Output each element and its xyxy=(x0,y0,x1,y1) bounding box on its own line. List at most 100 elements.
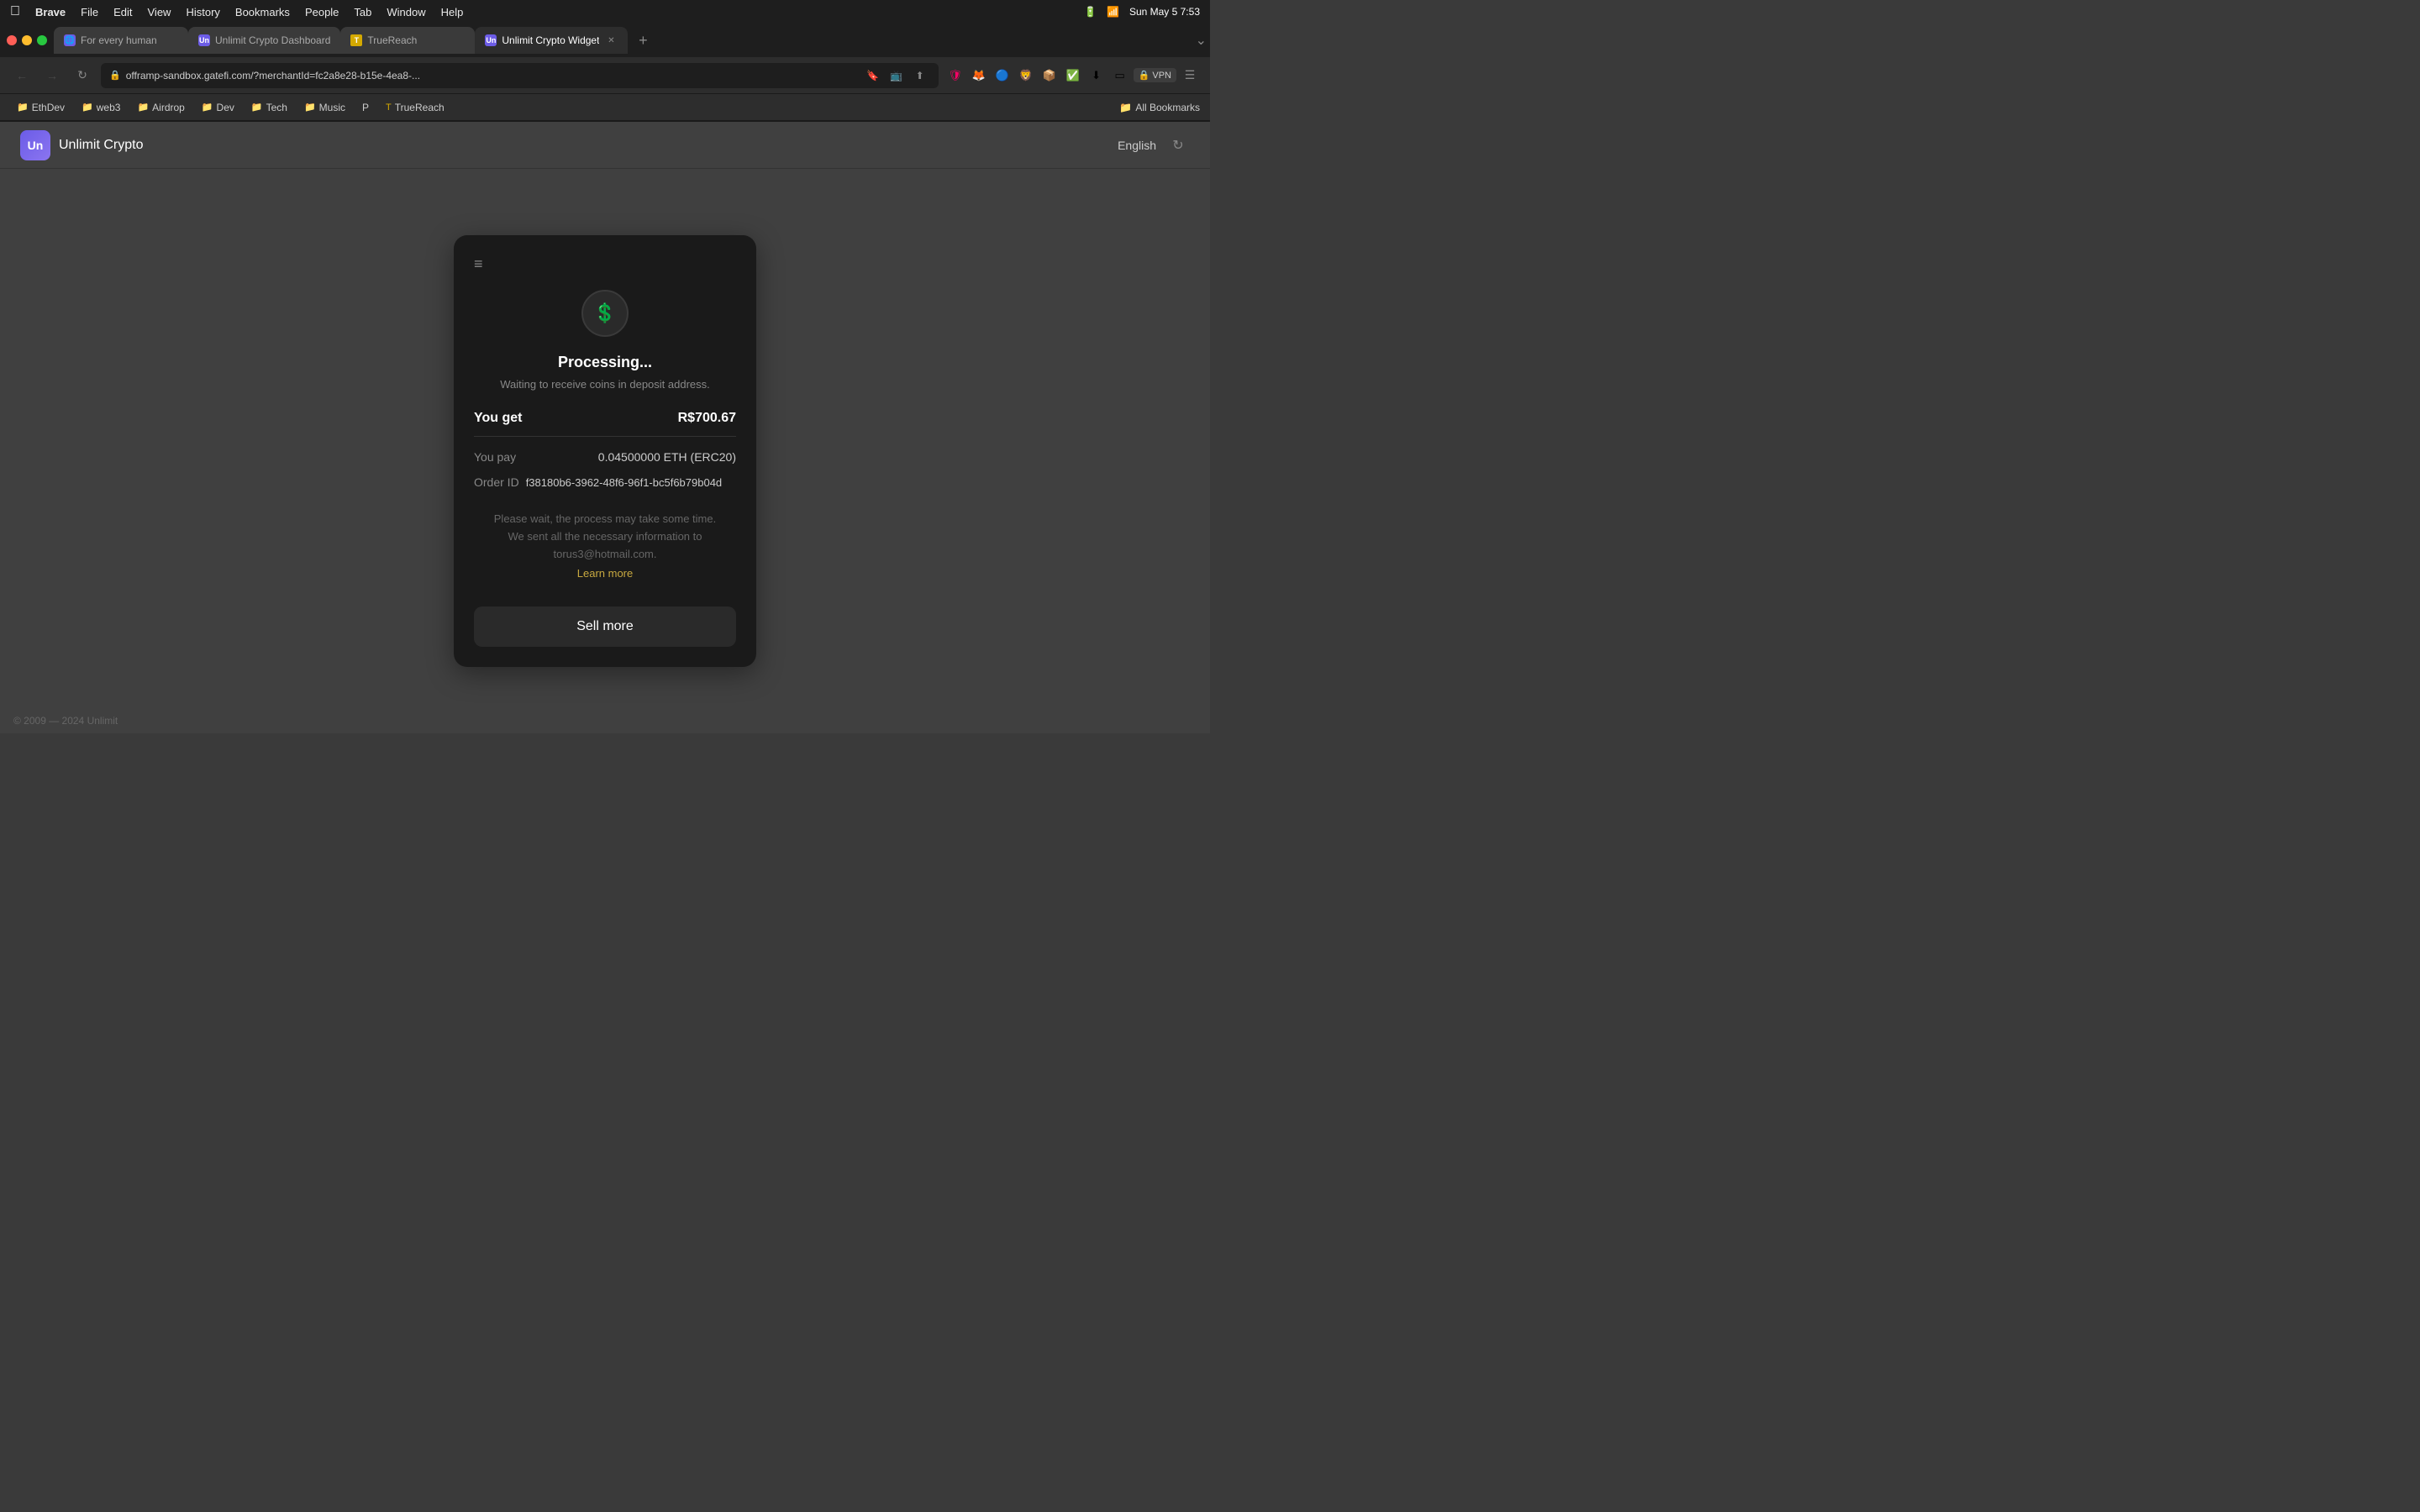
app-header-right: English ↻ xyxy=(1118,134,1190,157)
url-display: offramp-sandbox.gatefi.com/?merchantId=f… xyxy=(126,70,858,81)
widget-card: ≡ 💲 Processing... Waiting to receive coi… xyxy=(454,235,756,666)
you-pay-label: You pay xyxy=(474,450,516,464)
processing-icon-wrap: 💲 xyxy=(474,290,736,337)
cast-button[interactable]: 📺 xyxy=(886,66,907,86)
bookmark-airdrop[interactable]: 📁 Airdrop xyxy=(130,100,191,115)
learn-more-link[interactable]: Learn more xyxy=(474,567,736,580)
ext-icon-1[interactable]: 🔵 xyxy=(992,66,1013,86)
tab-favicon-truereach: T xyxy=(350,34,362,46)
widget-menu-icon[interactable]: ≡ xyxy=(474,255,736,273)
menu-tab[interactable]: Tab xyxy=(354,6,371,18)
bookmark-p[interactable]: P xyxy=(355,100,376,115)
apple-menu[interactable]:  xyxy=(10,4,20,19)
menu-history[interactable]: History xyxy=(186,6,219,18)
processing-icon: 💲 xyxy=(581,290,629,337)
app-header: Un Unlimit Crypto English ↻ xyxy=(0,122,1210,169)
notice-line1: Please wait, the process may take some t… xyxy=(494,512,716,525)
new-tab-button[interactable]: + xyxy=(631,29,655,52)
page-footer: © 2009 — 2024 Unlimit xyxy=(13,715,118,727)
you-get-label: You get xyxy=(474,411,522,426)
ext-icon-5[interactable]: ⬇ xyxy=(1086,66,1107,86)
ext-icon-2[interactable]: 🦁 xyxy=(1016,66,1036,86)
share-button[interactable]: ⬆ xyxy=(910,66,930,86)
widget-area: ≡ 💲 Processing... Waiting to receive coi… xyxy=(0,169,1210,733)
menu-brave[interactable]: Brave xyxy=(35,6,66,18)
menu-people[interactable]: People xyxy=(305,6,339,18)
address-row: ← → ↻ 🔒 offramp-sandbox.gatefi.com/?merc… xyxy=(0,57,1210,94)
brave-shield-icon[interactable]: 🛡 xyxy=(945,66,965,86)
tab-close-widget[interactable]: ✕ xyxy=(604,34,618,47)
bookmark-ethddev-label: EthDev xyxy=(32,102,65,113)
all-bookmarks[interactable]: 📁 All Bookmarks xyxy=(1119,102,1200,113)
lock-icon: 🔒 xyxy=(109,70,121,81)
forward-button[interactable]: → xyxy=(40,64,64,87)
you-pay-value: 0.04500000 ETH (ERC20) xyxy=(598,450,736,464)
order-id-value: f38180b6-3962-48f6-96f1-bc5f6b79b04d xyxy=(526,476,722,489)
order-id-row: Order ID f38180b6-3962-48f6-96f1-bc5f6b7… xyxy=(474,470,736,494)
tab-favicon-widget: Un xyxy=(485,34,497,46)
notice-email: torus3@hotmail.com. xyxy=(553,548,656,560)
traffic-lights xyxy=(0,35,54,45)
app-logo-icon: Un xyxy=(20,130,50,160)
bookmark-ethddev[interactable]: 📁 EthDev xyxy=(10,100,71,115)
tab-row: 🌐 For every human Un Unlimit Crypto Dash… xyxy=(0,24,1210,57)
bookmark-tech-label: Tech xyxy=(266,102,287,113)
notice-line2: We sent all the necessary information to xyxy=(508,530,702,543)
ext-icon-4[interactable]: ✅ xyxy=(1063,66,1083,86)
menu-bar-right: 🔋 📶 Sun May 5 7:53 xyxy=(1084,6,1200,18)
bookmark-truereach[interactable]: T TrueReach xyxy=(379,100,451,115)
tab-list-chevron[interactable]: ⌄ xyxy=(1192,29,1210,52)
wifi-icon: 📶 xyxy=(1107,6,1119,18)
all-bookmarks-label: All Bookmarks xyxy=(1135,102,1200,113)
sell-more-button[interactable]: Sell more xyxy=(474,606,736,647)
main-content: Un Unlimit Crypto English ↻ ≡ 💲 Processi… xyxy=(0,122,1210,733)
you-get-row: You get R$700.67 xyxy=(474,411,736,437)
you-get-value: R$700.67 xyxy=(678,411,736,426)
traffic-light-maximize[interactable] xyxy=(37,35,47,45)
browser-menu-button[interactable]: ☰ xyxy=(1180,66,1200,86)
menu-window[interactable]: Window xyxy=(387,6,425,18)
tab-favicon-unlimit: Un xyxy=(198,34,210,46)
bookmark-dev[interactable]: 📁 Dev xyxy=(195,100,241,115)
language-selector[interactable]: English xyxy=(1118,139,1156,152)
folder-icon-6: 📁 xyxy=(304,102,316,113)
tab-unlimit-dashboard[interactable]: Un Unlimit Crypto Dashboard xyxy=(188,27,340,54)
menu-edit[interactable]: Edit xyxy=(113,6,132,18)
tab-label-unlimit-dashboard: Unlimit Crypto Dashboard xyxy=(215,34,330,46)
header-refresh-button[interactable]: ↻ xyxy=(1166,134,1190,157)
bookmark-music[interactable]: 📁 Music xyxy=(297,100,352,115)
you-pay-row: You pay 0.04500000 ETH (ERC20) xyxy=(474,444,736,470)
menu-bookmarks[interactable]: Bookmarks xyxy=(235,6,290,18)
notice-area: Please wait, the process may take some t… xyxy=(474,494,736,592)
back-button[interactable]: ← xyxy=(10,64,34,87)
tab-label-for-every: For every human xyxy=(81,34,178,46)
menu-help[interactable]: Help xyxy=(441,6,464,18)
tab-truereach[interactable]: T TrueReach xyxy=(340,27,475,54)
address-actions: 🔖 📺 ⬆ xyxy=(863,66,930,86)
truereach-favicon: T xyxy=(386,102,392,113)
bookmark-page-button[interactable]: 🔖 xyxy=(863,66,883,86)
order-id-label: Order ID xyxy=(474,475,519,489)
tab-for-every-human[interactable]: 🌐 For every human xyxy=(54,27,188,54)
ext-icon-3[interactable]: 📦 xyxy=(1039,66,1060,86)
tab-label-truereach: TrueReach xyxy=(367,34,465,46)
app-logo-name: Unlimit Crypto xyxy=(59,138,143,153)
bookmark-tech[interactable]: 📁 Tech xyxy=(245,100,294,115)
widget-body: ≡ 💲 Processing... Waiting to receive coi… xyxy=(454,235,756,606)
tab-unlimit-widget[interactable]: Un Unlimit Crypto Widget ✕ xyxy=(475,27,628,54)
metamask-icon[interactable]: 🦊 xyxy=(969,66,989,86)
folder-icon: 📁 xyxy=(17,102,29,113)
traffic-light-minimize[interactable] xyxy=(22,35,32,45)
bookmark-web3-label: web3 xyxy=(97,102,121,113)
reload-button[interactable]: ↻ xyxy=(71,64,94,87)
folder-icon-2: 📁 xyxy=(82,102,93,113)
bookmark-web3[interactable]: 📁 web3 xyxy=(75,100,127,115)
traffic-light-close[interactable] xyxy=(7,35,17,45)
address-bar[interactable]: 🔒 offramp-sandbox.gatefi.com/?merchantId… xyxy=(101,63,939,88)
vpn-badge[interactable]: 🔒 VPN xyxy=(1134,68,1176,82)
sidebar-toggle[interactable]: ▭ xyxy=(1110,66,1130,86)
folder-icon-3: 📁 xyxy=(137,102,149,113)
menu-file[interactable]: File xyxy=(81,6,98,18)
folder-icon-5: 📁 xyxy=(251,102,263,113)
menu-view[interactable]: View xyxy=(148,6,171,18)
